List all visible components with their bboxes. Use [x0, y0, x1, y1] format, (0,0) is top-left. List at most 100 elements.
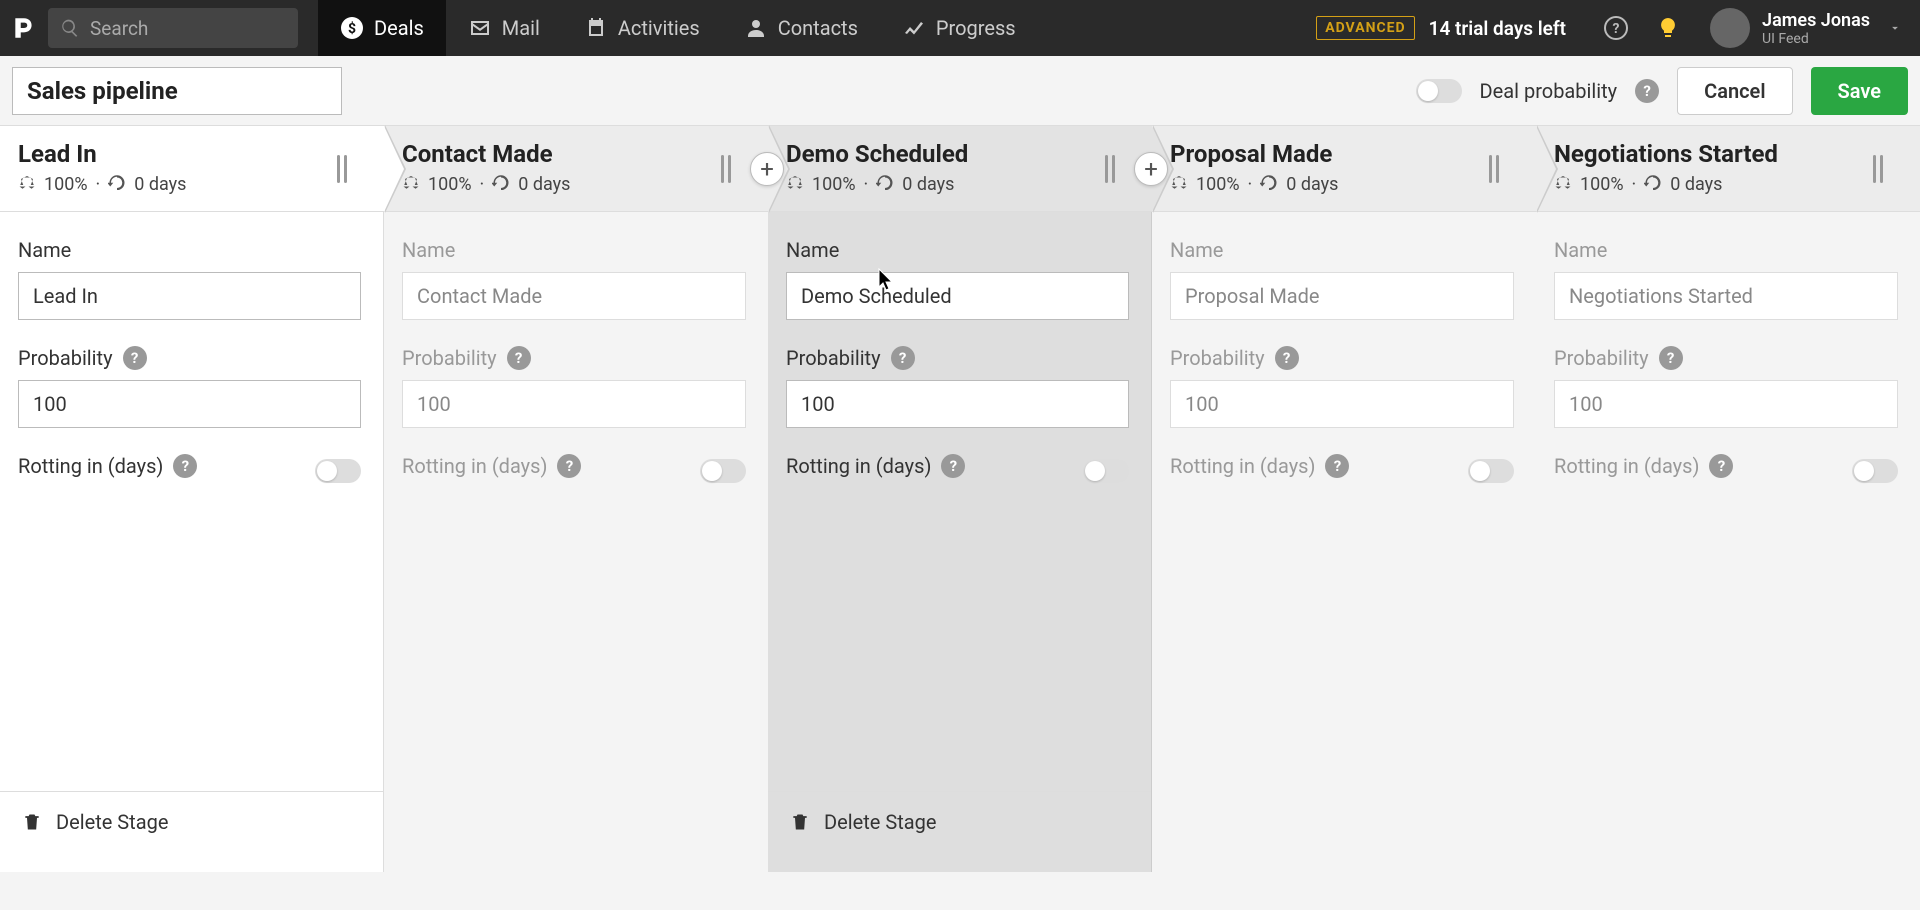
stage-meta: 100% · 0 days [786, 174, 1134, 195]
nav-mail[interactable]: Mail [446, 0, 562, 56]
probability-label: Probability ? [786, 346, 1129, 370]
deal-probability-toggle[interactable] [1416, 79, 1462, 103]
rotting-help[interactable]: ? [173, 454, 197, 478]
rotting-toggle[interactable] [1083, 459, 1129, 483]
deal-probability-help[interactable]: ? [1635, 79, 1659, 103]
stage-header[interactable]: Lead In100% · 0 days [0, 126, 384, 211]
add-stage-button[interactable]: + [750, 152, 784, 186]
lightbulb-icon [1656, 16, 1680, 40]
save-button[interactable]: Save [1811, 67, 1908, 115]
stage-days: 0 days [134, 174, 186, 195]
trial-days-left[interactable]: 14 trial days left [1429, 17, 1566, 40]
delete-stage-button[interactable]: Delete Stage [0, 791, 383, 852]
stage-header[interactable]: Negotiations Started100% · 0 days [1536, 126, 1920, 211]
probability-help[interactable]: ? [891, 346, 915, 370]
rotting-toggle[interactable] [700, 459, 746, 483]
drag-handle[interactable] [1868, 126, 1888, 211]
stage-probability-input[interactable] [18, 380, 361, 428]
drag-handle[interactable] [1484, 126, 1504, 211]
tips-button[interactable] [1652, 12, 1684, 44]
stage-body: NameProbability ?Rotting in (days) ?Dele… [768, 212, 1152, 872]
stage-days: 0 days [1670, 174, 1722, 195]
stage-meta: 100% · 0 days [1170, 174, 1518, 195]
rotting-toggle[interactable] [315, 459, 361, 483]
stage-probability-input[interactable] [1554, 380, 1898, 428]
chevron-down-icon [1888, 21, 1902, 35]
stage-body: Name Probability ? Rotting in (days) ? [384, 212, 768, 872]
person-icon [744, 16, 768, 40]
pipeline-name-input[interactable] [12, 67, 342, 115]
user-menu[interactable]: James Jonas UI Feed [1710, 8, 1902, 48]
rotting-label: Rotting in (days) ? [1170, 454, 1349, 478]
rotting-icon [1260, 174, 1278, 195]
rotting-help[interactable]: ? [1325, 454, 1349, 478]
rotting-icon [108, 174, 126, 195]
stage-header[interactable]: Contact Made 100% · 0 days [384, 126, 768, 211]
delete-stage-label: Delete Stage [824, 810, 936, 834]
nav-contacts[interactable]: Contacts [722, 0, 880, 56]
stage-probability: 100% [812, 174, 856, 195]
nav-contacts-label: Contacts [778, 16, 858, 40]
deals-icon: $ [340, 16, 364, 40]
rotting-help[interactable]: ? [941, 454, 965, 478]
probability-help[interactable]: ? [507, 346, 531, 370]
app-logo[interactable] [0, 15, 48, 41]
probability-help[interactable]: ? [1275, 346, 1299, 370]
stage-header[interactable]: +Proposal Made100% · 0 days [1152, 126, 1536, 211]
name-label: Name [18, 238, 361, 262]
probability-label: Probability ? [1170, 346, 1514, 370]
stage-days: 0 days [1286, 174, 1338, 195]
user-name: James Jonas [1762, 10, 1870, 31]
drag-handle[interactable] [716, 126, 736, 211]
delete-stage-label: Delete Stage [56, 810, 168, 834]
probability-help[interactable]: ? [1659, 346, 1683, 370]
search-icon [60, 18, 80, 38]
trash-icon [22, 811, 42, 833]
stage-title: Lead In [18, 140, 366, 168]
nav-activities[interactable]: Activities [562, 0, 722, 56]
nav-mail-label: Mail [502, 16, 540, 40]
add-stage-button[interactable]: + [1134, 152, 1168, 186]
search-placeholder: Search [90, 17, 148, 40]
nav-deals[interactable]: $ Deals [318, 0, 446, 56]
help-icon: ? [1604, 16, 1628, 40]
name-label: Name [1554, 238, 1898, 262]
stage-probability: 100% [44, 174, 88, 195]
stage-title: Contact Made [402, 140, 750, 168]
stage-header[interactable]: +Demo Scheduled100% · 0 days [768, 126, 1152, 211]
delete-stage-button[interactable]: Delete Stage [768, 791, 1151, 852]
pipeline-toolbar: Deal probability ? Cancel Save [0, 56, 1920, 126]
rotting-icon [1644, 174, 1662, 195]
rotting-label: Rotting in (days) ? [402, 454, 581, 478]
stage-probability-input[interactable] [786, 380, 1129, 428]
rotting-help[interactable]: ? [1709, 454, 1733, 478]
probability-label: Probability ? [402, 346, 746, 370]
stage-name-input[interactable] [1554, 272, 1898, 320]
stage-body: NameProbability ?Rotting in (days) ?Dele… [0, 212, 384, 872]
rotting-help[interactable]: ? [557, 454, 581, 478]
trash-icon [790, 811, 810, 833]
cancel-button[interactable]: Cancel [1677, 67, 1792, 115]
stage-name-input[interactable] [402, 272, 746, 320]
svg-text:$: $ [348, 20, 356, 37]
rotting-toggle[interactable] [1468, 459, 1514, 483]
nav-progress[interactable]: Progress [880, 0, 1038, 56]
stage-name-input[interactable] [18, 272, 361, 320]
drag-handle[interactable] [332, 126, 352, 211]
stage-probability-input[interactable] [1170, 380, 1514, 428]
stage-name-input[interactable] [786, 272, 1129, 320]
stage-name-input[interactable] [1170, 272, 1514, 320]
avatar [1710, 8, 1750, 48]
stage-probability: 100% [428, 174, 472, 195]
help-button[interactable]: ? [1600, 12, 1632, 44]
drag-handle[interactable] [1100, 126, 1120, 211]
stage-probability-input[interactable] [402, 380, 746, 428]
stage-meta: 100% · 0 days [402, 174, 750, 195]
stage-headers: Lead In 100% · 0 days Contact Made 100% · 0… [0, 126, 1920, 212]
rotting-toggle[interactable] [1852, 459, 1898, 483]
search-input[interactable]: Search [48, 8, 298, 48]
probability-help[interactable]: ? [123, 346, 147, 370]
name-label: Name [402, 238, 746, 262]
name-label: Name [786, 238, 1129, 262]
stage-title: Proposal Made [1170, 140, 1518, 168]
